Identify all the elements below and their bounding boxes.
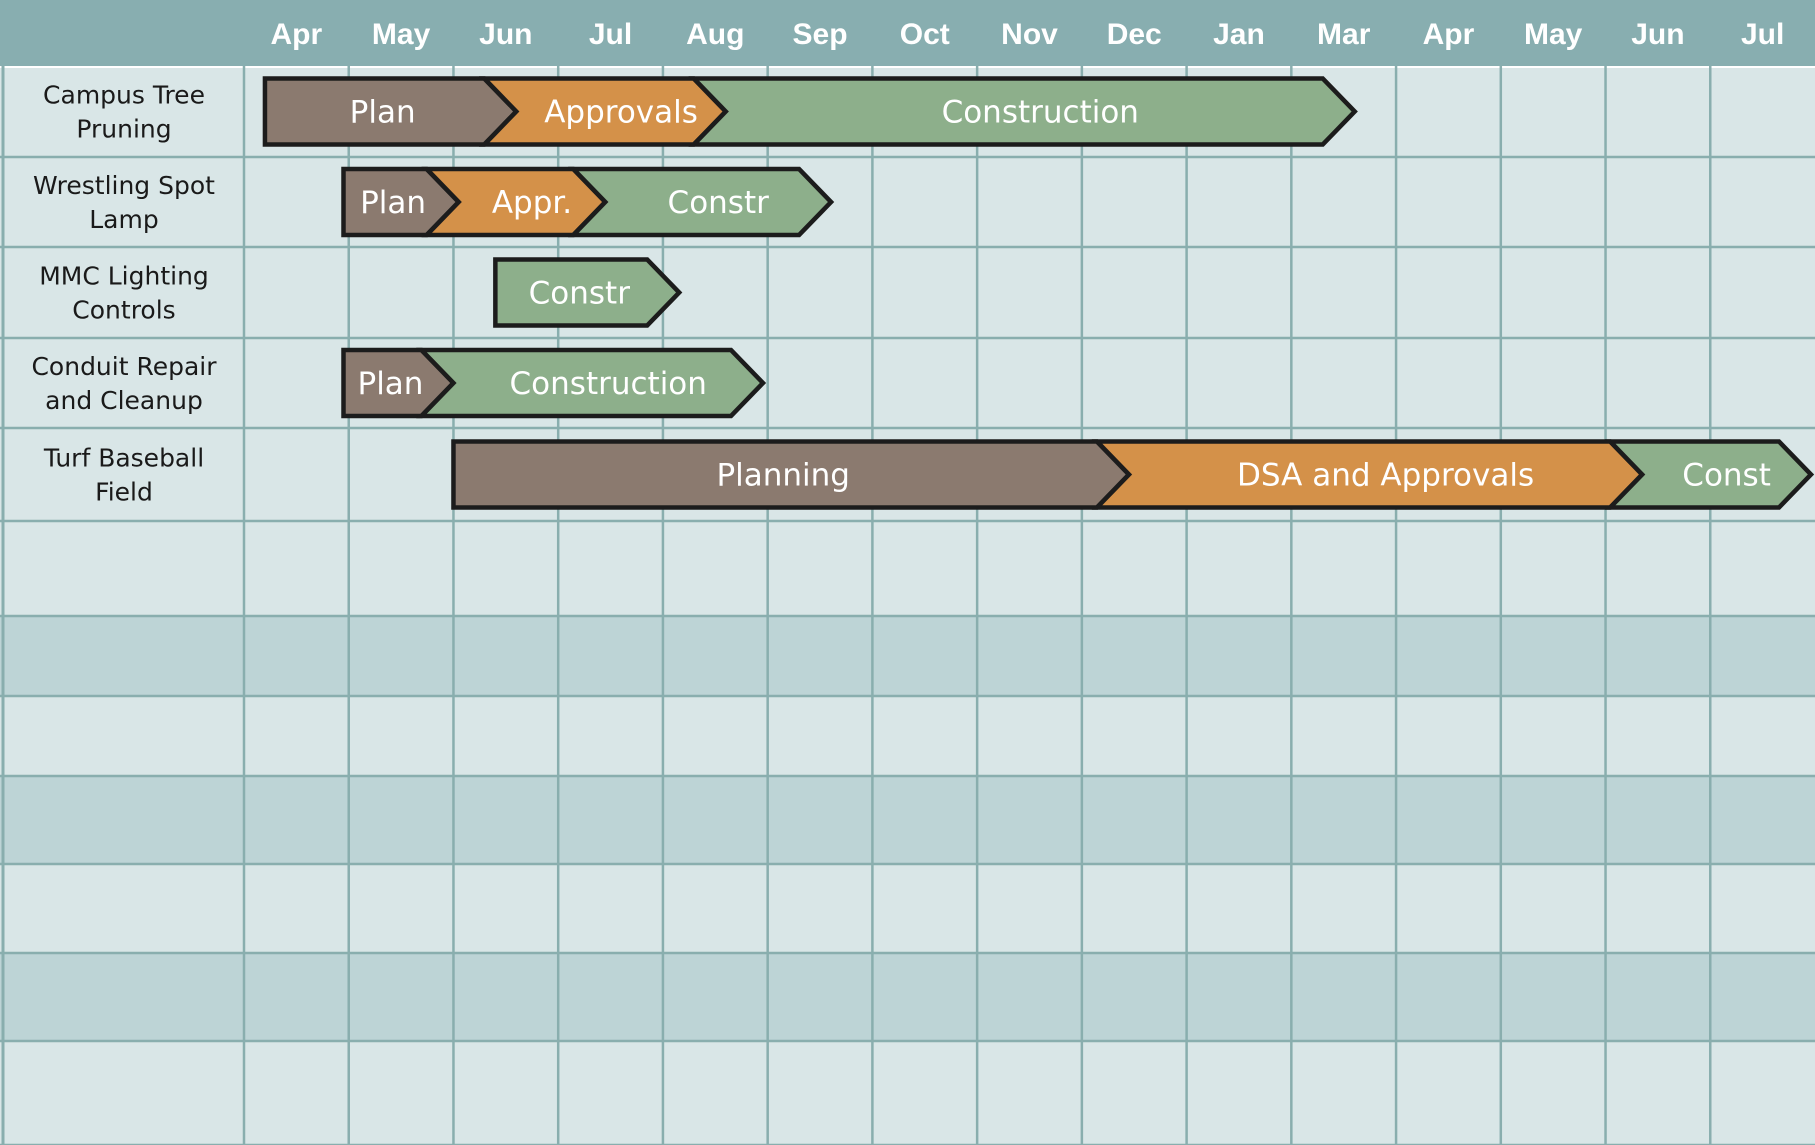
row-backgrounds (0, 66, 1815, 1145)
phase-label: Plan (358, 366, 424, 402)
month-label: Jul (1741, 18, 1784, 51)
row-background (0, 1041, 1815, 1145)
gantt-chart: Apr May Jun Jul Aug Sep Oct Nov Dec Jan Mar Apr May J… (0, 0, 1815, 1145)
month-label: May (372, 18, 431, 51)
phase-label: Appr. (492, 185, 572, 221)
month-label: Apr (1423, 18, 1475, 51)
phase-label: Constr (529, 276, 631, 312)
month-label: Jun (1631, 18, 1684, 51)
month-label: Aug (686, 18, 744, 51)
row-background (0, 157, 1815, 247)
row-background (0, 776, 1815, 864)
phase-label: Const (1682, 458, 1771, 494)
phase-label: Plan (350, 95, 416, 131)
phase-label: Construction (510, 366, 707, 402)
month-label: May (1524, 18, 1583, 51)
phase-label: Plan (360, 185, 426, 221)
row-background (0, 338, 1815, 428)
phase-label: Approvals (544, 95, 698, 131)
row-background (0, 696, 1815, 776)
row-background (0, 616, 1815, 696)
row-background (0, 247, 1815, 338)
row-background (0, 864, 1815, 953)
phase-label: Planning (716, 458, 850, 494)
phase-label: DSA and Approvals (1237, 458, 1534, 494)
month-label: Jun (479, 18, 532, 51)
month-header: Apr May Jun Jul Aug Sep Oct Nov Dec Jan Mar Apr May J… (0, 0, 1815, 66)
month-label: Oct (900, 18, 950, 51)
row-background (0, 953, 1815, 1041)
row-background (0, 521, 1815, 616)
phase-label: Construction (942, 95, 1139, 131)
month-label: Jul (589, 18, 632, 51)
phase-label: Constr (668, 185, 770, 221)
month-label: Jan (1213, 18, 1265, 51)
month-label: Nov (1001, 18, 1058, 51)
month-label: Mar (1317, 18, 1371, 51)
month-label: Apr (271, 18, 323, 51)
month-label: Sep (793, 18, 848, 51)
month-label: Dec (1107, 18, 1162, 51)
